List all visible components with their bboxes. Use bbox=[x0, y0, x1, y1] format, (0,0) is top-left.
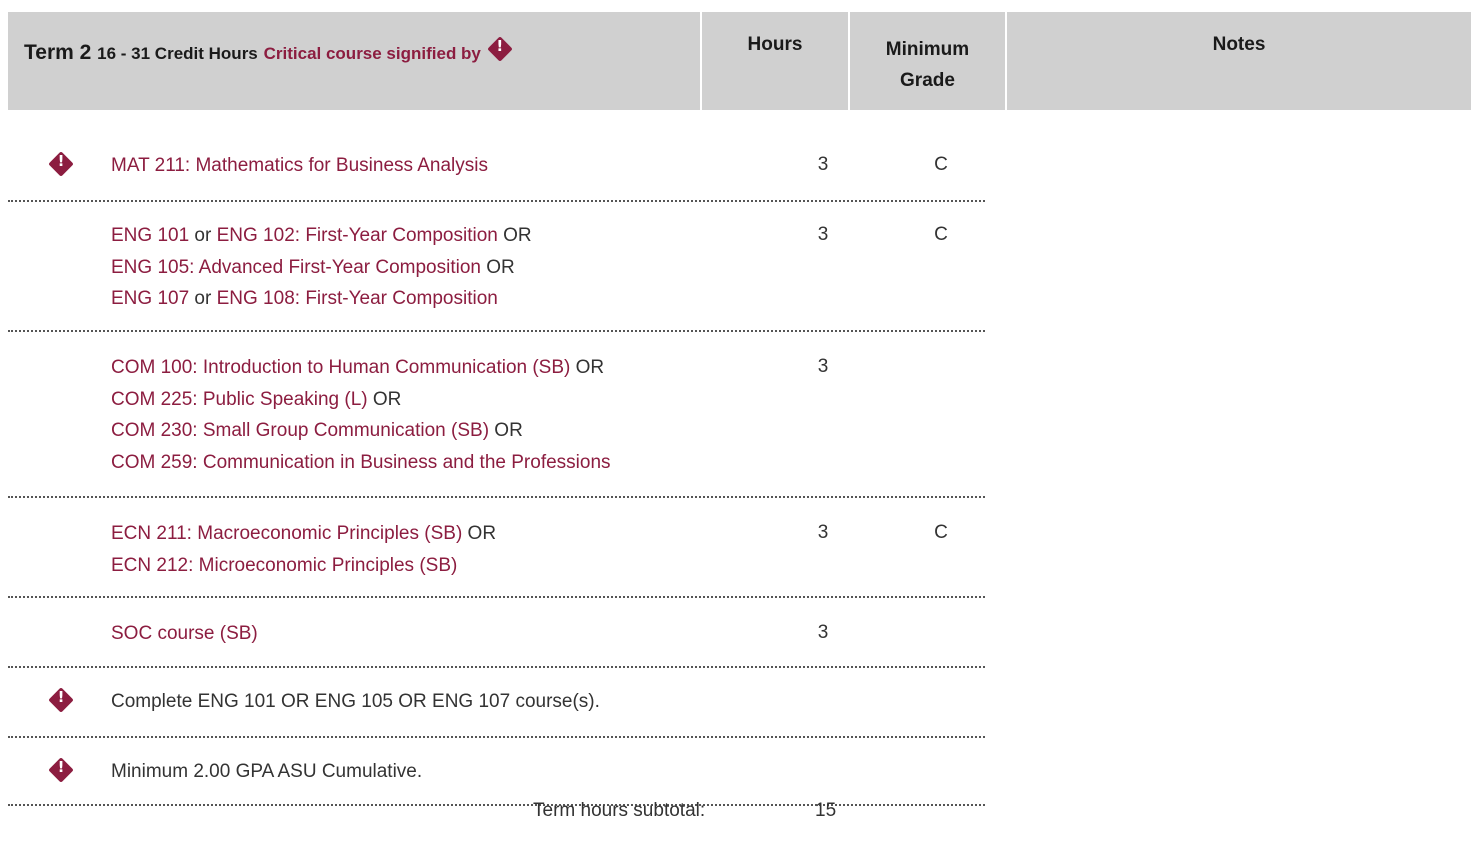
term-title: Term 2 bbox=[24, 41, 92, 64]
row-divider bbox=[8, 330, 985, 332]
credit-hours: 16 - 31 Credit Hours bbox=[97, 44, 258, 63]
course-link[interactable]: MAT 211: Mathematics for Business Analys… bbox=[111, 155, 488, 176]
course-cell: SOC course (SB) bbox=[111, 618, 258, 650]
table-row: MAT 211: Mathematics for Business Analys… bbox=[8, 150, 985, 202]
course-link[interactable]: ENG 107 bbox=[111, 288, 189, 309]
course-link[interactable]: ECN 212: Microeconomic Principles (SB) bbox=[111, 555, 457, 576]
critical-diamond-icon bbox=[48, 757, 74, 783]
requirement-text: Minimum 2.00 GPA ASU Cumulative. bbox=[111, 761, 423, 782]
subtotal-value: 15 bbox=[815, 800, 837, 821]
grade-cell: C bbox=[934, 522, 948, 543]
notes-column-header: Notes bbox=[1007, 12, 1471, 110]
row-divider bbox=[8, 804, 985, 806]
connector-text: OR bbox=[367, 388, 402, 410]
connector-text: OR bbox=[462, 523, 497, 544]
grade-header-line1: Minimum bbox=[885, 39, 970, 60]
requirement-row: Complete ENG 101 OR ENG 105 OR ENG 107 c… bbox=[8, 686, 985, 738]
critical-diamond-icon bbox=[48, 151, 74, 177]
grade-column-header: Minimum Grade bbox=[850, 12, 1005, 110]
table-row: SOC course (SB) 3 bbox=[8, 618, 985, 668]
course-link[interactable]: ENG 105: Advanced First-Year Composition bbox=[111, 257, 481, 278]
hours-cell: 3 bbox=[817, 356, 829, 377]
connector-text: OR bbox=[480, 256, 515, 278]
connector-text: OR bbox=[497, 225, 532, 246]
course-link[interactable]: ENG 102: First-Year Composition bbox=[217, 225, 498, 246]
row-divider bbox=[8, 200, 985, 202]
connector-text: OR bbox=[570, 357, 605, 378]
course-cell: ECN 211: Macroeconomic Principles (SB) O… bbox=[111, 518, 496, 581]
row-divider bbox=[8, 736, 985, 738]
course-link[interactable]: ENG 101 bbox=[111, 225, 189, 246]
table-row: COM 100: Introduction to Human Communica… bbox=[8, 352, 985, 498]
hours-cell: 3 bbox=[817, 154, 829, 175]
course-link[interactable]: ECN 211: Macroeconomic Principles (SB) bbox=[111, 523, 462, 544]
row-divider bbox=[8, 666, 985, 668]
grade-cell: C bbox=[934, 224, 948, 245]
connector-text: or bbox=[189, 225, 217, 246]
grade-header-line2: Grade bbox=[900, 70, 955, 91]
critical-note: Critical course signified by bbox=[263, 44, 481, 63]
critical-diamond-icon bbox=[487, 36, 513, 62]
subtotal-label: Term hours subtotal: bbox=[533, 800, 706, 821]
course-link[interactable]: ENG 108: First-Year Composition bbox=[217, 288, 498, 309]
term-header: Term 2 16 - 31 Credit Hours Critical cou… bbox=[8, 12, 700, 110]
hours-cell: 3 bbox=[817, 522, 829, 543]
table-row: ENG 101 or ENG 102: First-Year Compositi… bbox=[8, 220, 985, 332]
connector-text: OR bbox=[489, 420, 523, 441]
course-cell: ENG 101 or ENG 102: First-Year Compositi… bbox=[111, 220, 532, 315]
course-link[interactable]: COM 230: Small Group Communication (SB) bbox=[111, 420, 489, 441]
course-cell: MAT 211: Mathematics for Business Analys… bbox=[111, 150, 488, 182]
hours-cell: 3 bbox=[817, 224, 829, 245]
course-link[interactable]: COM 225: Public Speaking (L) bbox=[111, 389, 368, 410]
connector-text: or bbox=[189, 288, 217, 309]
course-cell: COM 100: Introduction to Human Communica… bbox=[111, 352, 611, 478]
critical-diamond-icon bbox=[48, 687, 74, 713]
course-link[interactable]: COM 259: Communication in Business and t… bbox=[111, 452, 611, 473]
requirement-text: Complete ENG 101 OR ENG 105 OR ENG 107 c… bbox=[111, 691, 600, 712]
row-divider bbox=[8, 496, 985, 498]
hours-column-header: Hours bbox=[702, 12, 848, 110]
row-divider bbox=[8, 596, 985, 598]
hours-cell: 3 bbox=[817, 622, 829, 643]
table-row: ECN 211: Macroeconomic Principles (SB) O… bbox=[8, 518, 985, 598]
grade-cell: C bbox=[934, 154, 948, 175]
course-link[interactable]: COM 100: Introduction to Human Communica… bbox=[111, 357, 570, 378]
requirement-row: Minimum 2.00 GPA ASU Cumulative. bbox=[8, 756, 985, 806]
course-link[interactable]: SOC course (SB) bbox=[111, 623, 258, 644]
